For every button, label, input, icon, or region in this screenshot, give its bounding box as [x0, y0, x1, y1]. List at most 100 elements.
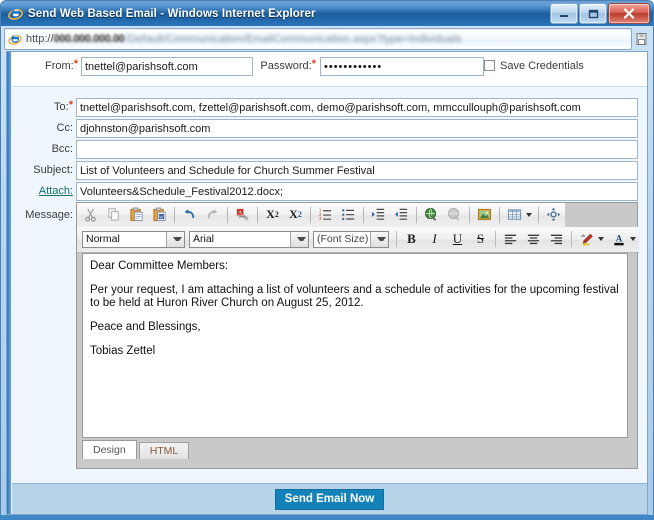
message-paragraph: Per your request, I am attaching a list … [90, 284, 619, 309]
cut-icon[interactable] [79, 203, 102, 226]
browser-window: Send Web Based Email - Windows Internet … [0, 0, 654, 520]
strikethrough-icon[interactable]: S [469, 228, 492, 251]
close-button[interactable] [608, 3, 650, 24]
to-label-text: To: [54, 101, 69, 113]
highlight-color-dropdown-caret-icon[interactable] [598, 237, 604, 241]
window-controls [550, 3, 650, 24]
address-host-redacted: 000.000.000.00 [53, 32, 125, 45]
to-required-marker: * [68, 99, 73, 111]
subject-input[interactable] [76, 161, 638, 180]
save-credentials-checkbox[interactable] [484, 60, 495, 71]
paragraph-style-value: Normal [86, 233, 120, 245]
copy-icon[interactable] [102, 203, 125, 226]
underline-icon[interactable]: U [446, 228, 469, 251]
toolbar-separator [416, 206, 417, 223]
superscript-icon[interactable]: X2 [261, 203, 284, 226]
editor-view-tabs: Design HTML [82, 439, 628, 459]
editor-toolbar-row-1-strip: W A X 2 X 2 1 2 3 [77, 202, 565, 228]
message-label: Message: [25, 209, 73, 221]
page-left-accent-band [7, 52, 11, 514]
insert-image-icon[interactable] [473, 203, 496, 226]
title-bar: Send Web Based Email - Windows Internet … [1, 1, 653, 26]
subscript-icon[interactable]: X2 [284, 203, 307, 226]
bold-icon[interactable]: B [400, 228, 423, 251]
message-paragraph: Tobias Zettel [90, 345, 156, 357]
highlight-color-icon[interactable]: ab [575, 228, 598, 251]
font-color-dropdown-caret-icon[interactable] [630, 237, 636, 241]
cc-label: Cc: [56, 122, 74, 134]
bulleted-list-icon[interactable] [337, 203, 360, 226]
message-paragraph: Dear Committee Members: [90, 260, 229, 272]
bcc-input[interactable] [76, 140, 638, 159]
maximize-button[interactable] [579, 3, 607, 24]
toolbar-separator [363, 206, 364, 223]
align-center-icon[interactable] [522, 228, 545, 251]
font-size-select[interactable]: (Font Size) [313, 230, 389, 248]
password-label: Password:* [257, 59, 316, 73]
page-content: From:* Password:* Save Credentials To:* … [6, 51, 648, 515]
insert-link-icon[interactable] [420, 203, 443, 226]
minimize-button[interactable] [550, 3, 578, 24]
subject-label: Subject: [33, 164, 73, 176]
indent-icon[interactable] [367, 203, 390, 226]
toolbar-separator [495, 231, 496, 247]
toolbar-separator [469, 206, 470, 223]
undo-icon[interactable] [178, 203, 201, 226]
address-ie-icon [8, 32, 22, 46]
cc-input[interactable] [76, 119, 638, 138]
address-bar[interactable]: http://000.000.000.00/Default/Communicat… [4, 27, 632, 50]
page-document-icon [636, 32, 646, 45]
unlink-icon[interactable] [443, 203, 466, 226]
to-input[interactable] [76, 98, 638, 117]
toolbar-separator [310, 206, 311, 223]
tab-html[interactable]: HTML [138, 442, 190, 459]
insert-table-icon[interactable] [503, 203, 526, 226]
message-body-editable[interactable]: Dear Committee Members: Per your request… [82, 253, 628, 438]
font-color-icon[interactable]: A [607, 228, 630, 251]
tab-design[interactable]: Design [82, 440, 137, 459]
window-title: Send Web Based Email - Windows Internet … [28, 7, 316, 20]
numbered-list-icon[interactable]: 1 2 3 [314, 203, 337, 226]
toolbar-separator [538, 206, 539, 223]
attach-label[interactable]: Attach: [12, 185, 73, 197]
font-family-select[interactable]: Arial [189, 230, 309, 248]
font-family-dropdown-icon[interactable] [290, 231, 308, 247]
attach-link-text[interactable]: Attach: [39, 185, 73, 197]
redo-icon[interactable] [201, 203, 224, 226]
from-required-marker: * [73, 58, 78, 70]
italic-icon[interactable]: I [423, 228, 446, 251]
password-input[interactable] [320, 57, 484, 76]
remove-format-icon[interactable]: A [231, 203, 254, 226]
from-label: From:* [31, 58, 78, 73]
editor-toolbar-row-2-strip: Normal Arial (Font Size) B I U S ab A [77, 226, 639, 253]
outdent-icon[interactable] [390, 203, 413, 226]
send-email-now-button[interactable]: Send Email Now [274, 488, 385, 510]
table-dropdown-caret-icon[interactable] [526, 212, 532, 217]
paragraph-style-dropdown-icon[interactable] [166, 231, 184, 247]
rich-text-editor: W A X 2 X 2 1 2 3 Normal Arial (Font Siz… [76, 202, 639, 469]
editor-toolbar-row-2: Normal Arial (Font Size) B I U S ab A [77, 226, 639, 253]
align-right-icon[interactable] [545, 228, 568, 251]
resize-icon[interactable] [542, 203, 565, 226]
paste-from-word-icon[interactable]: W [148, 203, 171, 226]
attach-input[interactable] [76, 182, 638, 201]
paragraph-style-select[interactable]: Normal [82, 230, 185, 248]
from-input[interactable] [81, 57, 253, 76]
message-paragraph: Peace and Blessings, [90, 321, 201, 333]
address-text: http://000.000.000.00/Default/Communicat… [26, 33, 461, 45]
address-path-redacted: /Default/Communication/EmailCommunicatio… [125, 32, 462, 45]
address-page-icon-slot[interactable] [632, 32, 650, 45]
paste-icon[interactable] [125, 203, 148, 226]
toolbar-separator [174, 206, 175, 223]
save-credentials-label: Save Credentials [500, 60, 584, 72]
credentials-row: From:* Password:* Save Credentials [12, 52, 647, 87]
align-left-icon[interactable] [499, 228, 522, 251]
toolbar-separator [227, 206, 228, 223]
toolbar-separator [499, 206, 500, 223]
font-size-dropdown-icon[interactable] [370, 231, 388, 247]
font-size-value: (Font Size) [317, 233, 369, 245]
svg-text:A: A [238, 211, 243, 217]
ie-logo-icon [8, 6, 23, 21]
font-family-value: Arial [193, 233, 215, 245]
toolbar-separator [571, 231, 572, 247]
